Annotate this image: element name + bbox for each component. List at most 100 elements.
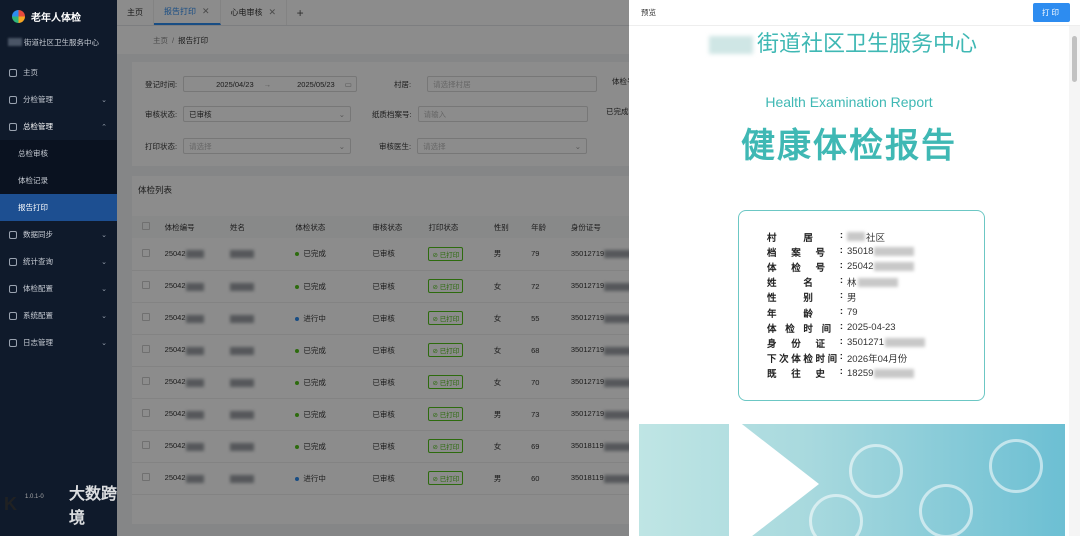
info-value: 2026年04月份 — [847, 351, 907, 365]
report-en-title: Health Examination Report — [765, 94, 933, 110]
chevron-icon: ⌃ — [101, 124, 107, 131]
info-key: 年龄: — [767, 305, 843, 320]
info-value-text: 18259 — [847, 367, 874, 379]
sidebar-item[interactable]: 报告打印 — [0, 194, 117, 221]
info-key: 姓名: — [767, 275, 843, 290]
info-value: 25042 — [847, 261, 915, 273]
sidebar-item[interactable]: 分检管理 ⌄ — [0, 86, 117, 113]
center-name: 街道社区卫生服务中心 — [709, 26, 977, 58]
sidebar-item[interactable]: 统计查询 ⌄ — [0, 248, 117, 275]
info-row: 姓名: 林 — [767, 275, 984, 290]
menu-item-icon — [9, 311, 17, 320]
info-row: 身份证: 3501271 — [767, 335, 984, 350]
sidebar-item[interactable]: 体检记录 — [0, 167, 117, 194]
sidebar-item-label: 总检审核 — [18, 149, 48, 158]
sidebar-item-label: 日志管理 — [23, 338, 53, 347]
menu-item-icon — [9, 338, 17, 347]
redacted — [884, 338, 925, 348]
info-value-text: 79 — [847, 307, 858, 319]
info-row: 体检号: 25042 — [767, 259, 984, 274]
menu-item-icon — [9, 257, 17, 266]
preview-title: 预览 — [641, 8, 656, 17]
info-value: 79 — [847, 307, 858, 318]
info-row: 村居: 社区 — [767, 229, 984, 244]
info-row: 年龄: 79 — [767, 305, 984, 320]
report-cn-title: 健康体检报告 — [741, 127, 957, 165]
version-text: 1.0.1-0 — [25, 494, 44, 500]
menu-item-icon — [9, 95, 17, 104]
info-value: 3501271 — [847, 337, 925, 348]
info-value-text: 2026年04月份 — [847, 354, 908, 366]
sidebar-item-label: 体检记录 — [18, 176, 48, 185]
menu-item-icon — [9, 284, 17, 293]
chevron-icon: ⌄ — [101, 286, 107, 293]
sidebar-item[interactable]: 总检管理 ⌃ — [0, 113, 117, 140]
sidebar-item-label: 报告打印 — [18, 203, 48, 212]
info-value-text: 3501271 — [847, 337, 884, 349]
banner-chevron — [729, 424, 819, 536]
redacted — [874, 368, 915, 378]
info-value: 2025-04-23 — [847, 322, 896, 333]
info-row: 性别: 男 — [767, 290, 984, 305]
chevron-icon: ⌄ — [101, 259, 107, 266]
sidebar-item[interactable]: 日志管理 ⌄ — [0, 329, 117, 356]
org-label: 街道社区卫生服务中心 — [24, 37, 99, 47]
print-button[interactable]: 打印 — [1033, 3, 1070, 22]
tube-shape — [849, 444, 903, 498]
info-value: 男 — [847, 290, 857, 304]
sidebar-item-label: 统计查询 — [23, 257, 53, 266]
sidebar-item-label: 主页 — [23, 68, 38, 77]
preview-drawer: 预览 打印 街道社区卫生服务中心 Health Examination Repo… — [629, 0, 1080, 536]
app-logo-icon — [12, 10, 25, 23]
redacted — [874, 247, 915, 257]
report-page: 街道社区卫生服务中心 Health Examination Report 健康体… — [629, 26, 1069, 536]
info-value-text: 男 — [847, 293, 857, 305]
app-title: 老年人体检 — [31, 13, 81, 24]
tube-shape — [989, 439, 1043, 493]
info-value-text: 35018 — [847, 246, 874, 258]
cover-banner-image — [639, 424, 1065, 536]
sidebar-item-label: 总检管理 — [23, 122, 53, 131]
org-redacted — [8, 38, 22, 46]
chevron-icon: ⌄ — [101, 340, 107, 347]
redacted — [857, 277, 898, 287]
info-key: 性别: — [767, 290, 843, 305]
sidebar-item-label: 分检管理 — [23, 95, 53, 104]
info-value-text: 林 — [847, 278, 857, 290]
sidebar-item-label: 数据同步 — [23, 230, 53, 239]
chevron-icon: ⌄ — [101, 232, 107, 239]
sidebar-menu: 主页 分检管理 ⌄ 总检管理 ⌃ 总检审核 体检记录 报告打印 数据同步 ⌄ 统计查询 ⌄ 体检配置 ⌄ 系… — [0, 59, 117, 356]
sidebar-item[interactable]: 系统配置 ⌄ — [0, 302, 117, 329]
sidebar-item[interactable]: 主页 — [0, 59, 117, 86]
patient-info-card: 村居: 社区档案号: 35018 体检号: 25042 姓名: 林性别: 男年龄: 79 体检时间… — [738, 210, 985, 401]
info-value-text: 2025-04-23 — [847, 322, 896, 334]
footer-watermark: K 1.0.1-0 大数跨境 — [4, 480, 117, 528]
menu-item-icon — [9, 230, 17, 239]
info-value: 35018 — [847, 246, 915, 258]
info-key: 村居: — [767, 229, 843, 244]
redacted — [847, 232, 865, 242]
sidebar-item-label: 体检配置 — [23, 284, 53, 293]
watermark-text: 大数跨境 — [69, 486, 118, 527]
sidebar-item[interactable]: 总检审核 — [0, 140, 117, 167]
menu-item-icon — [9, 68, 17, 77]
info-value: 社区 — [847, 230, 885, 244]
info-row: 档案号: 35018 — [767, 244, 984, 259]
info-key: 既往史: — [767, 366, 843, 381]
info-key: 身份证: — [767, 335, 843, 350]
org-name[interactable]: 街道社区卫生服务中心 — [0, 33, 117, 51]
scrollbar-thumb[interactable] — [1072, 36, 1077, 82]
info-value: 18259 — [847, 367, 915, 379]
preview-scrollbar[interactable] — [1069, 26, 1080, 536]
info-row: 下次体检时间: 2026年04月份 — [767, 351, 984, 366]
info-row: 既往史: 18259 — [767, 366, 984, 381]
info-value-text: 25042 — [847, 261, 874, 273]
sidebar-item[interactable]: 体检配置 ⌄ — [0, 275, 117, 302]
info-key: 体检时间: — [767, 320, 843, 335]
preview-header: 预览 打印 — [629, 0, 1080, 26]
chevron-icon: ⌄ — [101, 313, 107, 320]
sidebar-item[interactable]: 数据同步 ⌄ — [0, 221, 117, 248]
chevron-icon: ⌄ — [101, 97, 107, 104]
info-key: 体检号: — [767, 259, 843, 274]
menu-item-icon — [9, 122, 17, 131]
